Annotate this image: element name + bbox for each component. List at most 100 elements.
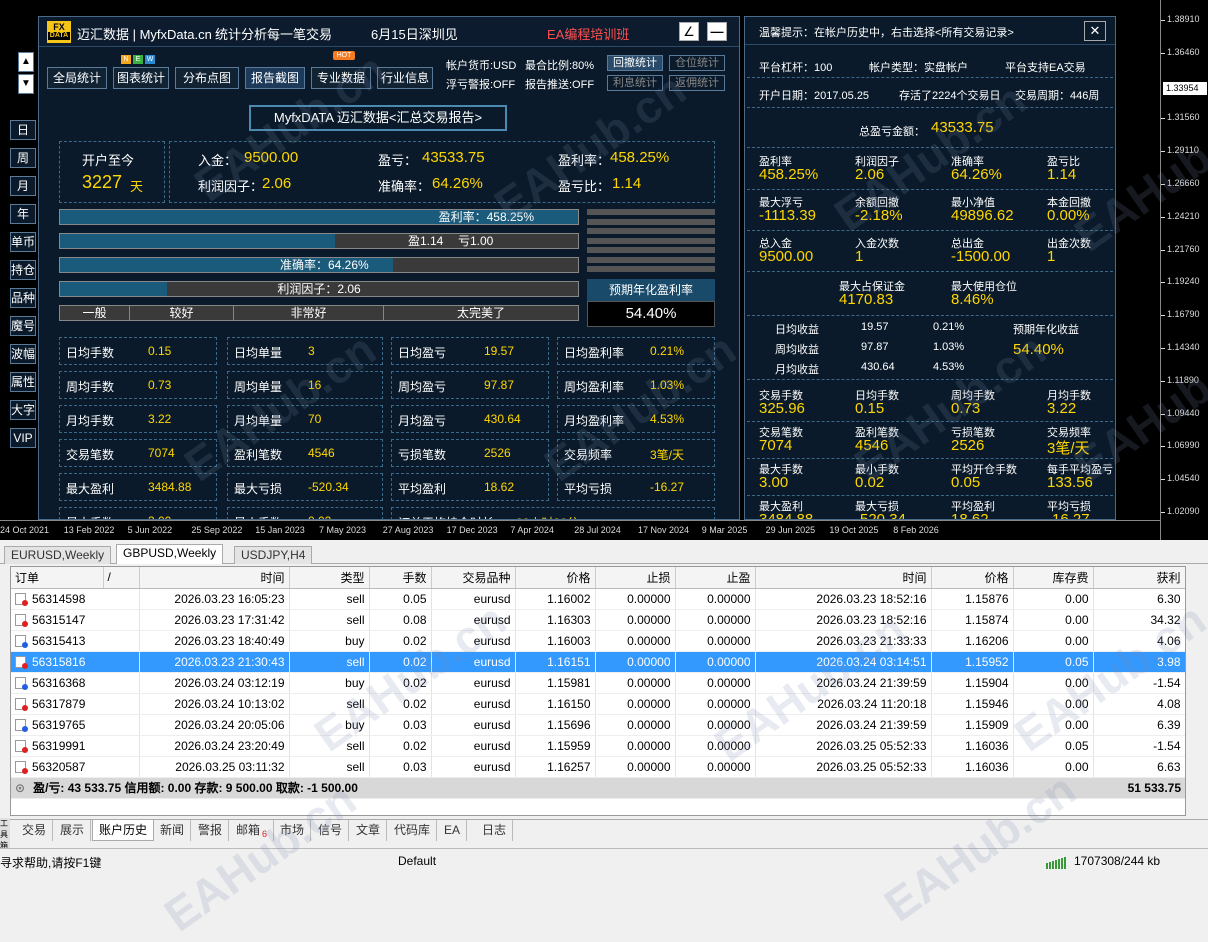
bottom-tab-1[interactable]: 展示 [54,820,92,841]
close-button[interactable]: — [707,22,727,41]
table-row[interactable]: 56315413 2026.03.23 18:40:49 buy 0.02 eurusd… [11,630,1185,652]
menu-1[interactable]: 图表统计 [113,67,169,89]
timeframe-1[interactable]: 周 [10,148,36,168]
stripe [587,266,715,272]
column-header[interactable]: 止盈 [675,567,756,589]
table-cell: 6.30 [1093,588,1185,610]
column-header[interactable]: 获利 [1093,567,1185,589]
close-icon[interactable]: ✕ [1084,21,1106,41]
table-cell: 0.00000 [595,651,676,673]
stat-value: 16 [308,378,322,392]
right-stat-value: 1 [855,248,864,265]
timeframe-6[interactable]: 品种 [10,288,36,308]
column-header[interactable]: 时间 [755,567,932,589]
table-cell: 0.08 [369,609,432,631]
table-cell: 0.00000 [595,588,676,610]
timeframe-11[interactable]: VIP [10,428,36,448]
column-header[interactable]: 止损 [595,567,676,589]
bottom-tab-9[interactable]: 代码库 [388,820,438,841]
acc-value: 64.26% [432,175,483,192]
stat-0-0: 日均手数 0.15 [59,337,217,365]
timeframe-4[interactable]: 单币 [10,232,36,252]
table-cell: 2026.03.25 05:52:33 [755,735,932,757]
table-row[interactable]: 56319991 2026.03.24 23:20:49 sell 0.02 eurus… [11,735,1185,757]
stat-0-2: 日均盈亏 19.57 [391,337,549,365]
stat-3-3: 交易频率 3笔/天 [557,439,715,467]
stat-label: 周均盈利率 [564,380,625,394]
table-cell: 1.15876 [931,588,1014,610]
table-cell: 6.39 [1093,714,1185,736]
stat-value: 4546 [308,446,335,460]
bottom-tab-6[interactable]: 市场 [274,820,312,841]
divider [747,271,1113,272]
bottom-tab-0[interactable]: 交易 [16,820,54,841]
column-header[interactable]: 库存费 [1013,567,1094,589]
menu-5[interactable]: 行业信息 [377,67,433,89]
profit-factor-bar-label: 利润因子：2.06 [277,282,361,296]
table-cell: 1.16003 [515,630,596,652]
stat-label: 周均盈亏 [398,380,447,394]
right-stat-value: 1 [1047,248,1056,265]
table-cell: 0.00 [1013,588,1094,610]
chart-tab-0[interactable]: EURUSD,Weekly [4,546,112,564]
timeframe-5[interactable]: 持仓 [10,260,36,280]
toolbox-toggle[interactable]: 工具箱 [0,818,10,850]
table-row[interactable]: 56320587 2026.03.25 03:11:32 sell 0.03 eurus… [11,756,1185,778]
table-row[interactable]: 56316368 2026.03.24 03:12:19 buy 0.02 eurusd… [11,672,1185,694]
drawdown-stats-button[interactable]: 回撤统计 [607,55,663,71]
column-header[interactable]: 手数 [369,567,432,589]
bottom-tab-4[interactable]: 警报 [192,820,230,841]
minimize-button[interactable]: ∠ [679,22,699,41]
bottom-tab-7[interactable]: 信号 [312,820,350,841]
rebate-stats-button[interactable]: 返佣统计 [669,75,725,91]
price-tick: 1.14340 [1161,342,1200,352]
training-link[interactable]: EA编程培训班 [547,24,629,43]
right-stat-value: 3笔/天 [1047,440,1090,457]
scroll-down-icon[interactable]: ▼ [18,74,34,94]
column-header[interactable]: 价格 [931,567,1014,589]
status-profile: Default [398,854,437,868]
timeframe-3[interactable]: 年 [10,204,36,224]
new-badge-e: E [133,55,143,64]
bottom-tab-3[interactable]: 新闻 [154,820,192,841]
timeframe-10[interactable]: 大字 [10,400,36,420]
bottom-tab-10[interactable]: EA [438,820,468,841]
timeframe-8[interactable]: 波幅 [10,344,36,364]
divider [747,379,1113,380]
timeframe-7[interactable]: 魔号 [10,316,36,336]
table-cell: -1.54 [1093,735,1185,757]
menu-3[interactable]: 报告截图 [245,67,305,89]
table-row[interactable]: 56315816 2026.03.23 21:30:43 sell 0.02 eurus… [11,651,1185,673]
stat-value: 0.21% [650,344,685,358]
table-row[interactable]: 56317879 2026.03.24 10:13:02 sell 0.02 eurus… [11,693,1185,715]
timeframe-2[interactable]: 月 [10,176,36,196]
table-row[interactable]: 56314598 2026.03.23 16:05:23 sell 0.05 eurus… [11,588,1185,610]
column-header[interactable]: 交易品种 [431,567,516,589]
bottom-tab-8[interactable]: 文章 [350,820,388,841]
close-ratio: 最合比例:80% [525,60,595,72]
menu-0[interactable]: 全局统计 [47,67,107,89]
table-row[interactable]: 56319765 2026.03.24 20:05:06 buy 0.03 eurusd… [11,714,1185,736]
scroll-up-icon[interactable]: ▲ [18,52,34,72]
timeframe-9[interactable]: 属性 [10,372,36,392]
stat-value: 430.64 [484,412,521,426]
rate-label: 盈利率： [558,153,611,168]
bottom-tab-2[interactable]: 账户历史 [92,820,155,841]
menu-2[interactable]: 分布点图 [175,67,239,89]
bottom-tab-11[interactable]: 日志 [476,820,514,841]
right-stat-value: 0.05 [951,474,981,491]
column-header[interactable]: 时间 [139,567,290,589]
menu-4[interactable]: 专业数据 [311,67,371,89]
bottom-tab-5[interactable]: 邮箱 6 [230,820,275,841]
chart-tab-1[interactable]: GBPUSD,Weekly [116,544,224,564]
timeframe-0[interactable]: 日 [10,120,36,140]
column-header[interactable]: 订单 [11,567,104,589]
column-header[interactable]: 价格 [515,567,596,589]
position-stats-button[interactable]: 仓位统计 [669,55,725,71]
column-header[interactable]: 类型 [289,567,370,589]
chart-tab-2[interactable]: USDJPY,H4 [234,546,313,564]
table-row[interactable]: 56315147 2026.03.23 17:31:42 sell 0.08 eurus… [11,609,1185,631]
order-cell: 56320587 [11,756,140,778]
column-header[interactable]: / [103,567,140,589]
interest-stats-button[interactable]: 利息统计 [607,75,663,91]
